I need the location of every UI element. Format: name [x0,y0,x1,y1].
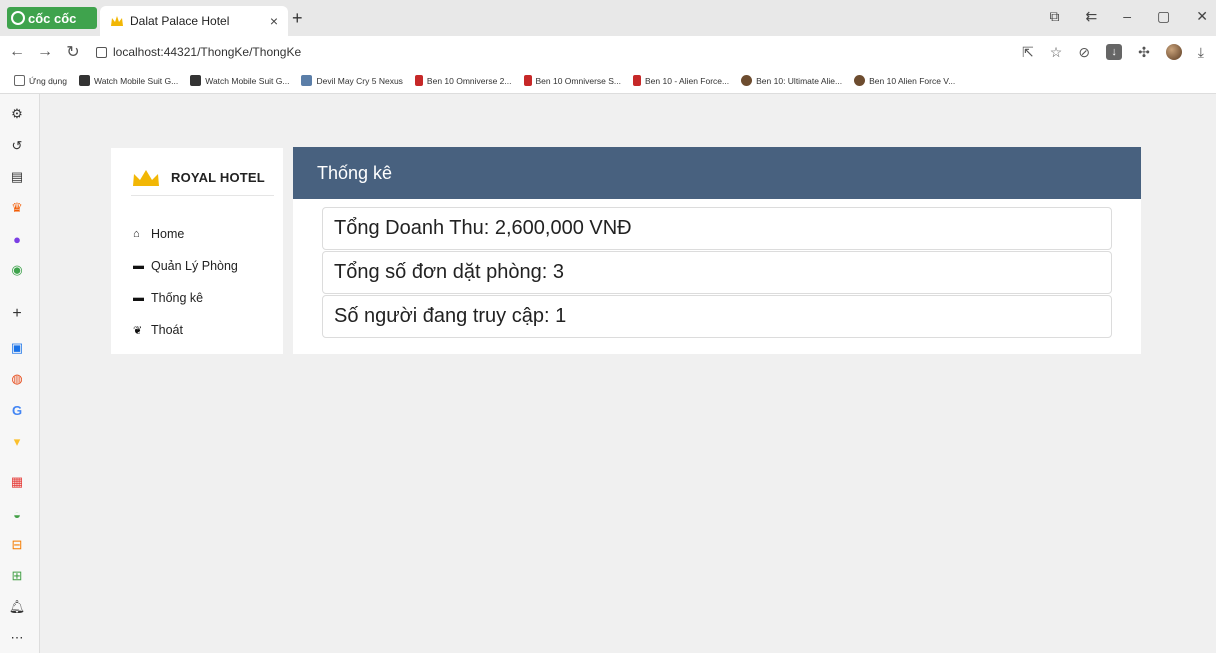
watch-site-icon [190,75,202,86]
bookmark-label: Ben 10 Omniverse S... [535,75,622,86]
shopee-icon[interactable]: ▦ [9,474,25,490]
google-icon[interactable]: G [9,402,25,418]
window-controls: ⧉ ⇇ – ▢ ✕ [1050,8,1209,25]
minimize-icon[interactable]: – [1123,8,1131,25]
chrome-colorful-icon[interactable]: ◍ [9,371,25,387]
crown-favicon-icon [111,16,123,26]
maximize-icon[interactable]: ▢ [1157,8,1170,25]
share-icon[interactable]: ⇱ [1022,44,1034,61]
reload-icon[interactable]: ↻ [62,42,84,62]
browser-brand-button[interactable]: cốc cốc [7,7,97,29]
tab-close-icon[interactable]: × [270,13,278,29]
bookmark-item[interactable]: Ben 10 - Alien Force... [633,75,729,86]
bookmark-label: Ben 10 Omniverse 2... [426,75,512,86]
vk-icon[interactable]: ▣ [9,340,25,356]
download-box-icon[interactable]: ↓ [1106,44,1123,60]
translate-icon[interactable]: ▾ [9,434,25,450]
bell-icon[interactable]: 🔔︎ [9,599,26,615]
statistics-panel: Thống kê Tổng Doanh Thu: 2,600,000 VNĐ T… [293,147,1141,354]
bookmark-label: Ứng dụng [29,75,67,86]
bookmark-red-icon [523,75,532,86]
crown-logo-icon [133,169,159,186]
bed-icon: ▬ [133,260,144,272]
bookmark-red-icon [633,75,642,86]
back-icon[interactable]: ← [6,43,28,61]
bookmark-red-icon [414,75,423,86]
close-window-icon[interactable]: ✕ [1196,8,1208,25]
tab-active[interactable]: Dalat Palace Hotel × [100,6,288,36]
settings-gear-icon[interactable]: ⚙ [9,106,25,122]
tab-title: Dalat Palace Hotel [130,14,230,28]
shield-icon[interactable]: ⊘ [1078,44,1090,61]
browser-sidebar: ⚙ ↺ ▤ ♛ ● ◉ + ▣ ◍ G ▾ ▦ ◒ ⊟ ⊞ 🔔︎ ⋯ [0,94,40,653]
bookmark-label: Watch Mobile Suit G... [205,75,290,86]
bed-icon: ▬ [133,292,144,304]
address-bar: ← → ↻ localhost:44321/ThongKe/ThongKe ⇱ … [0,36,1216,68]
nav-item-label: Thống kê [151,291,204,305]
gamepad-icon[interactable]: ◉ [9,262,25,278]
bookmark-item[interactable]: Ứng dụng [14,75,67,86]
nexus-icon [301,75,313,86]
notification-app-icon[interactable]: ◒ [9,506,25,522]
crown-app-icon[interactable]: ♛ [9,200,25,216]
stat-total-revenue: Tổng Doanh Thu: 2,600,000 VNĐ [322,207,1112,250]
history-icon[interactable]: ↺ [9,138,25,154]
home-icon: ⌂ [133,228,140,240]
bookmark-item[interactable]: Watch Mobile Suit G... [190,75,289,86]
bookmark-item[interactable]: Ben 10 Alien Force V... [854,75,955,86]
brand: ROYAL HOTEL [131,160,274,196]
bookmark-brown-icon [854,75,866,86]
add-icon[interactable]: + [9,305,25,322]
nav-item-label: Thoát [151,323,183,337]
nav-menu: ⌂ Home ▬ Quản Lý Phòng ▬ Thống kê ❦ Thoá… [133,218,238,346]
apps-grid-icon [14,75,25,86]
bookmark-label: Ben 10 - Alien Force... [645,75,730,86]
reading-list-icon[interactable]: ▤ [9,169,25,185]
browser-brand-label: cốc cốc [28,10,77,26]
nav-item-label: Home [151,227,185,241]
screenshot-icon[interactable]: ⧉ [1050,8,1060,25]
bookmark-label: Ben 10 Alien Force V... [869,75,956,86]
extensions-icon[interactable]: ✣ [1138,44,1150,61]
bookmark-label: Ben 10: Ultimate Alie... [756,75,843,86]
nav-item-room-management[interactable]: ▬ Quản Lý Phòng [133,250,238,282]
url-text: localhost:44321/ThongKe/ThongKe [113,45,302,59]
more-icon[interactable]: ⋯ [9,630,25,646]
bookmark-item[interactable]: Watch Mobile Suit G... [78,75,179,86]
bookmark-label: Watch Mobile Suit G... [93,75,179,86]
downloads-icon[interactable]: ⤓ [1198,44,1204,61]
leaf-icon: ❦ [133,324,143,337]
avatar[interactable] [1165,44,1182,60]
bookmark-item[interactable]: Ben 10: Ultimate Alie... [741,75,842,86]
forward-icon[interactable]: → [34,43,56,61]
nav-item-home[interactable]: ⌂ Home [133,218,238,250]
bookmark-item[interactable]: Ben 10 Omniverse S... [523,75,622,86]
star-icon[interactable]: ☆ [1050,44,1063,61]
sidebar-toggle-icon[interactable]: ⇇ [1086,8,1098,25]
lock-icon [96,46,107,58]
bookmark-label: Devil May Cry 5 Nexus [316,75,403,86]
store-icon[interactable]: ⊞ [9,568,25,584]
new-tab-button[interactable]: + [292,8,303,29]
stat-active-users: Số người đang truy cập: 1 [322,295,1112,338]
nav-item-statistics[interactable]: ▬ Thống kê [133,282,238,314]
stat-total-bookings: Tổng số đơn dặt phòng: 3 [322,251,1112,294]
bookmark-item[interactable]: Ben 10 Omniverse 2... [414,75,512,86]
nav-card: ROYAL HOTEL ⌂ Home ▬ Quản Lý Phòng ▬ Thố… [111,148,283,354]
tab-bar: cốc cốc Dalat Palace Hotel × + ⧉ ⇇ – ▢ ✕ [0,0,1216,36]
bookmarks-bar: Ứng dụng Watch Mobile Suit G... Watch Mo… [0,68,1216,94]
shopping-icon[interactable]: ⊟ [9,537,25,553]
messenger-icon[interactable]: ● [9,231,25,247]
bookmark-brown-icon [741,75,753,86]
page-title: Thống kê [293,147,1141,199]
watch-site-icon [78,75,90,86]
nav-item-logout[interactable]: ❦ Thoát [133,314,238,346]
address-bar-icons: ⇱ ☆ ⊘ ↓ ✣ ⤓ [1022,44,1204,61]
coccoc-logo-icon [11,11,25,25]
url-field[interactable]: localhost:44321/ThongKe/ThongKe [96,45,1022,59]
nav-item-label: Quản Lý Phòng [151,259,238,273]
brand-name: ROYAL HOTEL [171,170,265,185]
bookmark-item[interactable]: Devil May Cry 5 Nexus [301,75,403,86]
